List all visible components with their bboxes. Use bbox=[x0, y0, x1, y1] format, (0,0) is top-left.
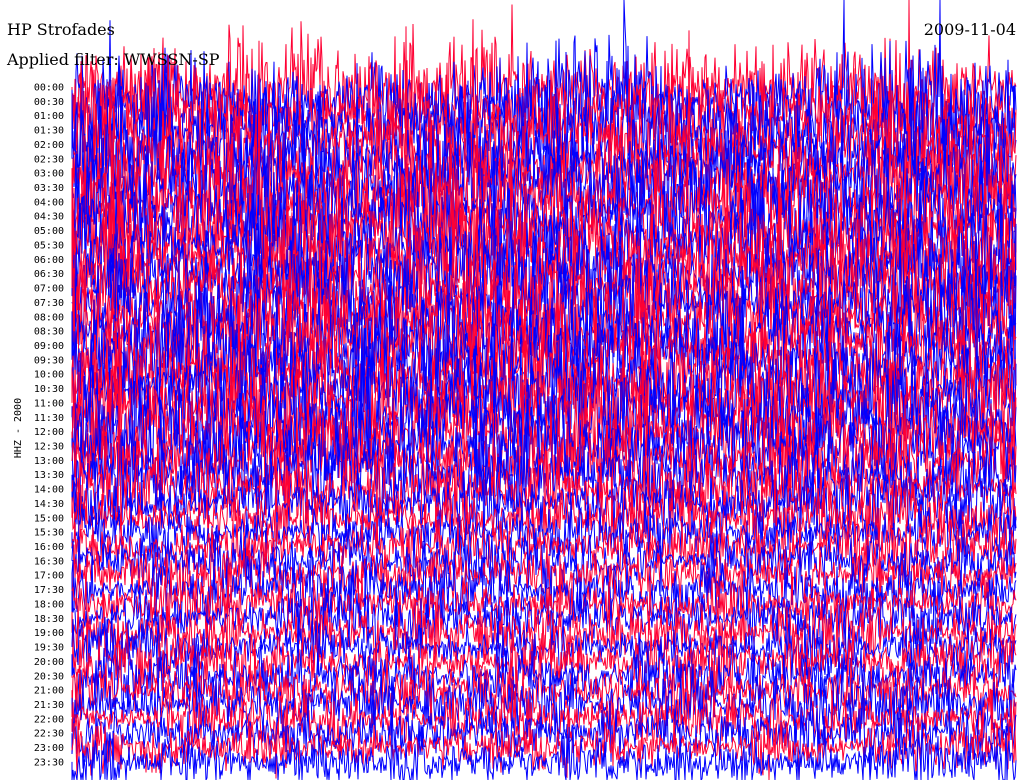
tick-label: 22:00 bbox=[34, 714, 64, 725]
tick-label: 04:30 bbox=[34, 212, 64, 223]
tick-label: 13:00 bbox=[34, 456, 64, 467]
tick-label: 03:30 bbox=[34, 183, 64, 194]
tick-label: 16:30 bbox=[34, 556, 64, 567]
tick-label: 17:30 bbox=[34, 585, 64, 596]
tick-label: 02:30 bbox=[34, 154, 64, 165]
tick-label: 20:30 bbox=[34, 671, 64, 682]
tick-label: 05:00 bbox=[34, 226, 64, 237]
tick-label: 07:00 bbox=[34, 284, 64, 295]
tick-label: 11:30 bbox=[34, 413, 64, 424]
tick-label: 00:30 bbox=[34, 97, 64, 108]
tick-label: 10:30 bbox=[34, 384, 64, 395]
time-tick-labels: 00:00 00:30 01:00 01:30 02:00 02:30 03:00 03:30… bbox=[34, 83, 64, 769]
station-title: HP Strofades bbox=[7, 20, 115, 39]
tick-label: 11:00 bbox=[34, 398, 64, 409]
tick-label: 19:00 bbox=[34, 628, 64, 639]
tick-label: 21:30 bbox=[34, 700, 64, 711]
tick-label: 20:00 bbox=[34, 657, 64, 668]
tick-label: 01:30 bbox=[34, 126, 64, 137]
channel-label: HHZ - 2000 bbox=[13, 397, 24, 459]
tick-label: 16:00 bbox=[34, 542, 64, 553]
tick-label: 23:00 bbox=[34, 743, 64, 754]
tick-label: 06:00 bbox=[34, 255, 64, 266]
tick-label: 03:00 bbox=[34, 169, 64, 180]
tick-label: 00:00 bbox=[34, 83, 64, 94]
tick-label: 01:00 bbox=[34, 111, 64, 122]
tick-label: 14:00 bbox=[34, 485, 64, 496]
tick-label: 07:30 bbox=[34, 298, 64, 309]
tick-label: 18:00 bbox=[34, 600, 64, 611]
tick-label: 13:30 bbox=[34, 470, 64, 481]
tick-label: 17:00 bbox=[34, 571, 64, 582]
tick-label: 06:30 bbox=[34, 269, 64, 280]
tick-label: 15:00 bbox=[34, 513, 64, 524]
filter-label: Applied filter: WWSSN-SP bbox=[7, 50, 220, 69]
tick-label: 08:30 bbox=[34, 327, 64, 338]
date-label: 2009-11-04 bbox=[923, 20, 1016, 39]
tick-label: 10:00 bbox=[34, 370, 64, 381]
tick-label: 21:00 bbox=[34, 686, 64, 697]
tick-label: 02:00 bbox=[34, 140, 64, 151]
tick-label: 05:30 bbox=[34, 241, 64, 252]
helicorder-plot: 00:00 00:30 01:00 01:30 02:00 02:30 03:00 03:30… bbox=[34, 0, 1017, 780]
tick-label: 12:30 bbox=[34, 442, 64, 453]
tick-label: 14:30 bbox=[34, 499, 64, 510]
tick-label: 09:30 bbox=[34, 355, 64, 366]
trace-group bbox=[71, 0, 1017, 780]
tick-label: 22:30 bbox=[34, 729, 64, 740]
tick-label: 18:30 bbox=[34, 614, 64, 625]
tick-label: 12:00 bbox=[34, 427, 64, 438]
tick-label: 23:30 bbox=[34, 757, 64, 768]
tick-label: 15:30 bbox=[34, 528, 64, 539]
tick-label: 08:00 bbox=[34, 312, 64, 323]
tick-label: 09:00 bbox=[34, 341, 64, 352]
tick-label: 04:00 bbox=[34, 197, 64, 208]
tick-label: 19:30 bbox=[34, 643, 64, 654]
